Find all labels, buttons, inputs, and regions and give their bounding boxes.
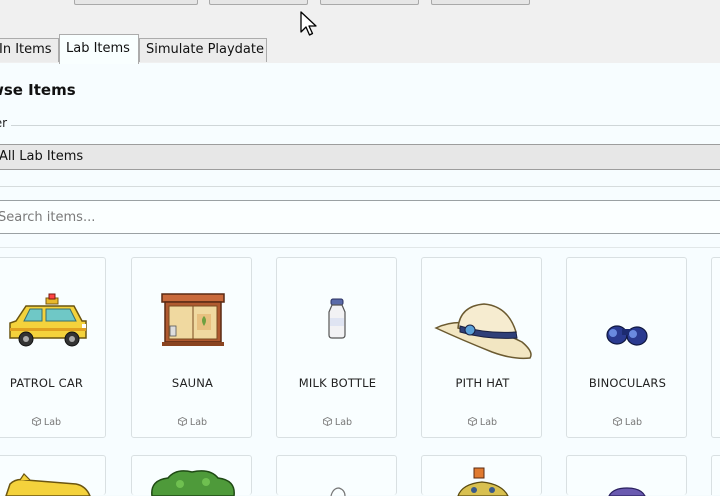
divider <box>0 186 720 187</box>
item-card-row2-3[interactable] <box>276 455 397 496</box>
toolbar-button-4[interactable] <box>431 0 530 5</box>
mouse-cursor-icon <box>300 11 317 36</box>
tab-label: In Items <box>0 42 52 57</box>
tab-in-items[interactable]: In Items <box>0 38 59 62</box>
sauna-icon <box>161 293 225 346</box>
filter-selected-value: All Lab Items <box>0 149 84 164</box>
binoculars-icon <box>606 325 648 346</box>
item-category-label: Lab <box>334 417 353 428</box>
item-category-label: Lab <box>189 417 208 428</box>
milk-bottle-icon <box>328 298 346 339</box>
cube-icon <box>467 417 477 426</box>
item-name: PATROL CAR <box>9 376 84 390</box>
item-category-label: Lab <box>624 417 643 428</box>
item-card-row2-4[interactable] <box>421 455 542 496</box>
item-name: MILK BOTTLE <box>298 376 377 390</box>
item-category: Lab <box>567 417 688 428</box>
top-toolbar <box>0 0 720 34</box>
item-card-partial[interactable] <box>711 455 720 495</box>
search-input[interactable] <box>0 208 298 226</box>
item-card-patrol-car[interactable]: PATROL CAR Lab <box>0 257 106 438</box>
yellow-item-icon <box>5 473 91 496</box>
item-card-row2-2[interactable] <box>131 455 252 496</box>
filter-label: ter <box>0 116 12 130</box>
cube-icon <box>177 417 187 426</box>
item-category: Lab <box>0 417 107 428</box>
item-card-row2-5[interactable] <box>566 455 687 496</box>
item-card-sauna[interactable]: SAUNA Lab <box>131 257 252 438</box>
pith-hat-icon <box>434 303 532 360</box>
item-category-label: Lab <box>479 417 498 428</box>
filter-dropdown[interactable]: All Lab Items <box>0 144 720 170</box>
patrol-car-icon <box>9 293 87 347</box>
item-name: PITH HAT <box>455 376 510 390</box>
toolbar-button-2[interactable] <box>209 0 308 5</box>
item-category-label: Lab <box>43 417 62 428</box>
item-card-row2-1[interactable] <box>0 455 106 496</box>
tab-simulate-playdate[interactable]: Simulate Playdate <box>139 38 267 62</box>
item-card-milk-bottle[interactable]: MILK BOTTLE Lab <box>276 257 397 438</box>
item-category: Lab <box>422 417 543 428</box>
tab-label: Simulate Playdate <box>146 42 264 57</box>
item-category: Lab <box>132 417 253 428</box>
tab-strip: In Items Lab Items Simulate Playdate <box>0 34 720 64</box>
tab-lab-items[interactable]: Lab Items <box>59 34 139 64</box>
small-item-icon <box>330 487 346 496</box>
page-title: wse Items <box>0 81 76 99</box>
item-name: SAUNA <box>171 376 214 390</box>
cube-icon <box>322 417 332 426</box>
toolbar-button-3[interactable] <box>320 0 419 5</box>
filter-group-border <box>0 125 720 126</box>
item-category: Lab <box>277 417 398 428</box>
tree-icon <box>151 470 235 496</box>
cube-icon <box>31 417 41 426</box>
item-name: BINOCULARS <box>588 376 667 390</box>
item-card-partial[interactable] <box>711 257 720 438</box>
item-card-binoculars[interactable]: BINOCULARS Lab <box>566 257 687 438</box>
search-box[interactable] <box>0 200 720 234</box>
cube-icon <box>612 417 622 426</box>
toolbar-button-1[interactable] <box>74 0 198 5</box>
divider <box>0 247 720 248</box>
tab-label: Lab Items <box>66 41 130 56</box>
item-card-pith-hat[interactable]: PITH HAT Lab <box>421 257 542 438</box>
robot-item-icon <box>457 467 509 496</box>
